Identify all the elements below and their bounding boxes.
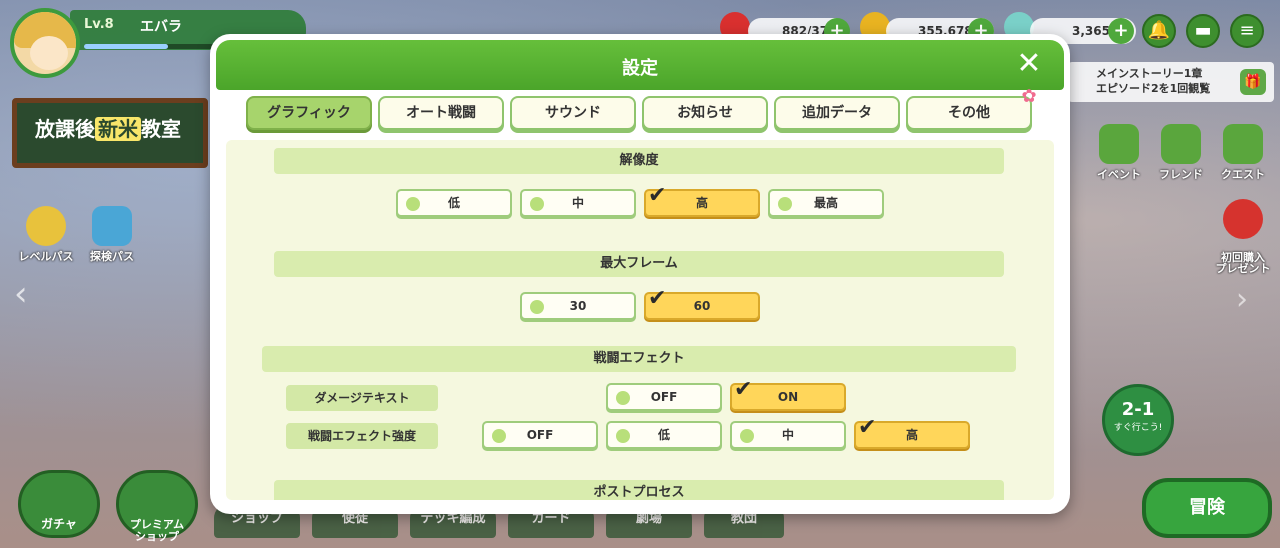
sunflower-icon — [26, 206, 66, 246]
mailbox-icon[interactable]: ▬ — [1186, 14, 1220, 48]
scroll-right-arrow-icon[interactable]: › — [1236, 282, 1266, 322]
damage-text-off-option[interactable]: ✔OFF — [606, 383, 722, 411]
effect-strength-label: 戦闘エフェクト強度 — [286, 423, 438, 449]
event-button[interactable]: イベント — [1094, 124, 1144, 182]
resolution-low-option[interactable]: ✔低 — [396, 189, 512, 217]
premium-shop-button[interactable]: プレミアム ショップ — [116, 470, 198, 543]
friend-icon — [1161, 124, 1201, 164]
damage-text-on-option[interactable]: ✔ ON — [730, 379, 846, 411]
ticket-icon — [92, 206, 132, 246]
resolution-header: 解像度 — [274, 148, 1004, 174]
menu-icon[interactable]: ≡ — [1230, 14, 1264, 48]
stage-caption: すぐ行こう! — [1113, 423, 1163, 433]
logo-part-3: 教室 — [141, 117, 181, 141]
resolution-max-option[interactable]: ✔最高 — [768, 189, 884, 217]
tab-additional-data[interactable]: 追加データ — [774, 96, 900, 130]
game-logo-board[interactable]: 放課後 新米 教室 — [12, 98, 208, 168]
effect-strength-off-option[interactable]: ✔OFF — [482, 421, 598, 449]
explore-pass-label: 探検パス — [90, 250, 134, 263]
frame-30-option[interactable]: ✔30 — [520, 292, 636, 320]
player-avatar[interactable] — [10, 8, 80, 78]
tab-notice[interactable]: お知らせ — [642, 96, 768, 130]
gem-value: 3,365 — [1072, 24, 1110, 38]
settings-content[interactable]: 解像度 ✔低 ✔中 ✔高 ✔最高 最大フレーム ✔30 ✔60 戦闘エフェクト … — [226, 140, 1054, 500]
notification-bell-icon[interactable]: 🔔 — [1142, 14, 1176, 48]
effect-strength-high-option[interactable]: ✔ 高 — [854, 417, 970, 449]
tab-sound[interactable]: サウンド — [510, 96, 636, 130]
player-name: エバラ — [140, 19, 182, 35]
level-pass-label: レベルパス — [18, 250, 74, 263]
resolution-high-option[interactable]: ✔ 高 — [644, 185, 760, 217]
effect-strength-mid-option[interactable]: ✔中 — [730, 421, 846, 449]
settings-modal: 設定 ✕ グラフィック オート戦闘 サウンド お知らせ 追加データ その他 ✿ … — [210, 34, 1070, 514]
battle-effect-header: 戦闘エフェクト — [262, 346, 1016, 372]
quest-button[interactable]: クエスト — [1218, 124, 1268, 182]
event-label: イベント — [1097, 168, 1141, 181]
tab-other-label: その他 — [948, 105, 990, 121]
quest-banner[interactable]: メインストーリー1章 エピソード2を1回観覧 🎁 — [1068, 62, 1274, 102]
flower-badge-icon: ✿ — [1021, 86, 1037, 107]
stage-number: 2-1 — [1121, 399, 1155, 420]
logo-part-1: 放課後 — [35, 117, 95, 141]
adventure-button[interactable]: 冒険 — [1142, 478, 1272, 538]
gacha-label: ガチャ — [41, 517, 77, 531]
first-purchase-label: 初回購入 プレゼント — [1215, 251, 1271, 275]
tab-other[interactable]: その他 ✿ — [906, 88, 1037, 130]
logo-part-2: 新米 — [95, 117, 141, 141]
settings-tabs: グラフィック オート戦闘 サウンド お知らせ 追加データ その他 ✿ — [246, 88, 1046, 132]
avatar-face — [30, 36, 68, 70]
present-icon — [1223, 199, 1263, 239]
scroll-left-arrow-icon[interactable]: ‹ — [14, 274, 44, 314]
tab-graphics[interactable]: グラフィック — [246, 96, 372, 130]
damage-text-label: ダメージテキスト — [286, 385, 438, 411]
friend-button[interactable]: フレンド — [1156, 124, 1206, 182]
premium-shop-label: プレミアム ショップ — [129, 518, 185, 543]
quest-label: クエスト — [1221, 168, 1265, 181]
stage-badge[interactable]: 2-1 すぐ行こう! — [1102, 384, 1174, 456]
modal-title: 設定 — [622, 58, 658, 79]
event-icon — [1099, 124, 1139, 164]
explore-pass-button[interactable]: 探検パス — [82, 206, 142, 264]
frame-60-option[interactable]: ✔ 60 — [644, 288, 760, 320]
level-pass-button[interactable]: レベルパス — [16, 206, 76, 264]
gem-plus-button[interactable]: + — [1108, 18, 1134, 44]
player-level: Lv.8 — [84, 17, 114, 32]
max-frame-header: 最大フレーム — [274, 251, 1004, 277]
friend-label: フレンド — [1159, 168, 1203, 181]
close-icon[interactable]: ✕ — [1014, 49, 1044, 80]
post-process-header: ポストプロセス — [274, 480, 1004, 500]
first-purchase-button[interactable]: 初回購入 プレゼント — [1212, 188, 1274, 285]
effect-strength-low-option[interactable]: ✔低 — [606, 421, 722, 449]
tab-auto-battle[interactable]: オート戦闘 — [378, 96, 504, 130]
gift-icon: 🎁 — [1240, 69, 1266, 95]
gacha-button[interactable]: ガチャ — [18, 470, 100, 538]
xp-bar — [84, 44, 224, 49]
resolution-mid-option[interactable]: ✔中 — [520, 189, 636, 217]
modal-header: 設定 ✕ — [216, 40, 1064, 90]
quest-icon — [1223, 124, 1263, 164]
